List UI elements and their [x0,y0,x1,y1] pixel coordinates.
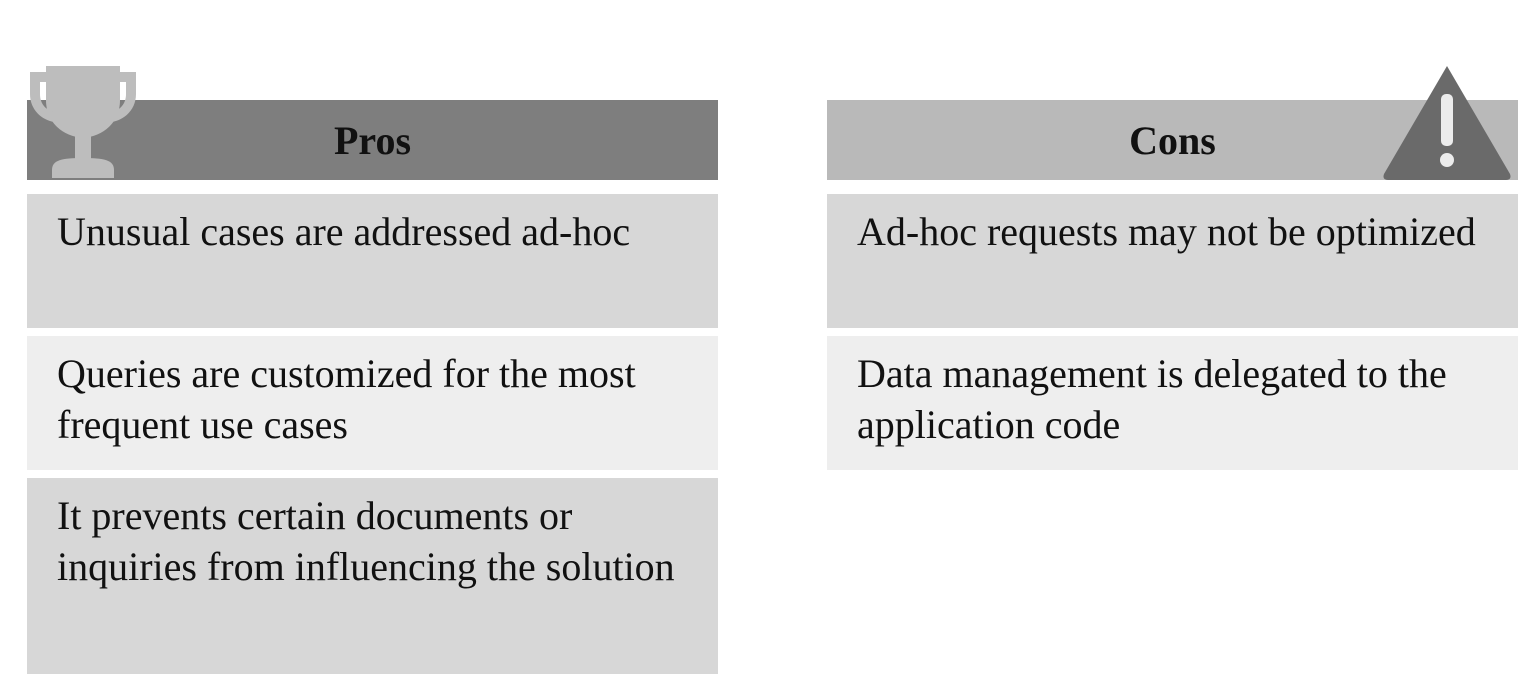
cons-item: Data management is delegated to the appl… [827,336,1518,470]
pros-item: It prevents certain documents or inquiri… [27,478,718,674]
pros-item: Unusual cases are addressed ad-hoc [27,194,718,328]
cons-list: Ad-hoc requests may not be optimized Dat… [827,194,1518,478]
warning-icon [1383,66,1511,180]
pros-list: Unusual cases are addressed ad-hoc Queri… [27,194,718,682]
cons-item: Ad-hoc requests may not be optimized [827,194,1518,328]
pros-item: Queries are customized for the most freq… [27,336,718,470]
trophy-icon [30,66,136,178]
